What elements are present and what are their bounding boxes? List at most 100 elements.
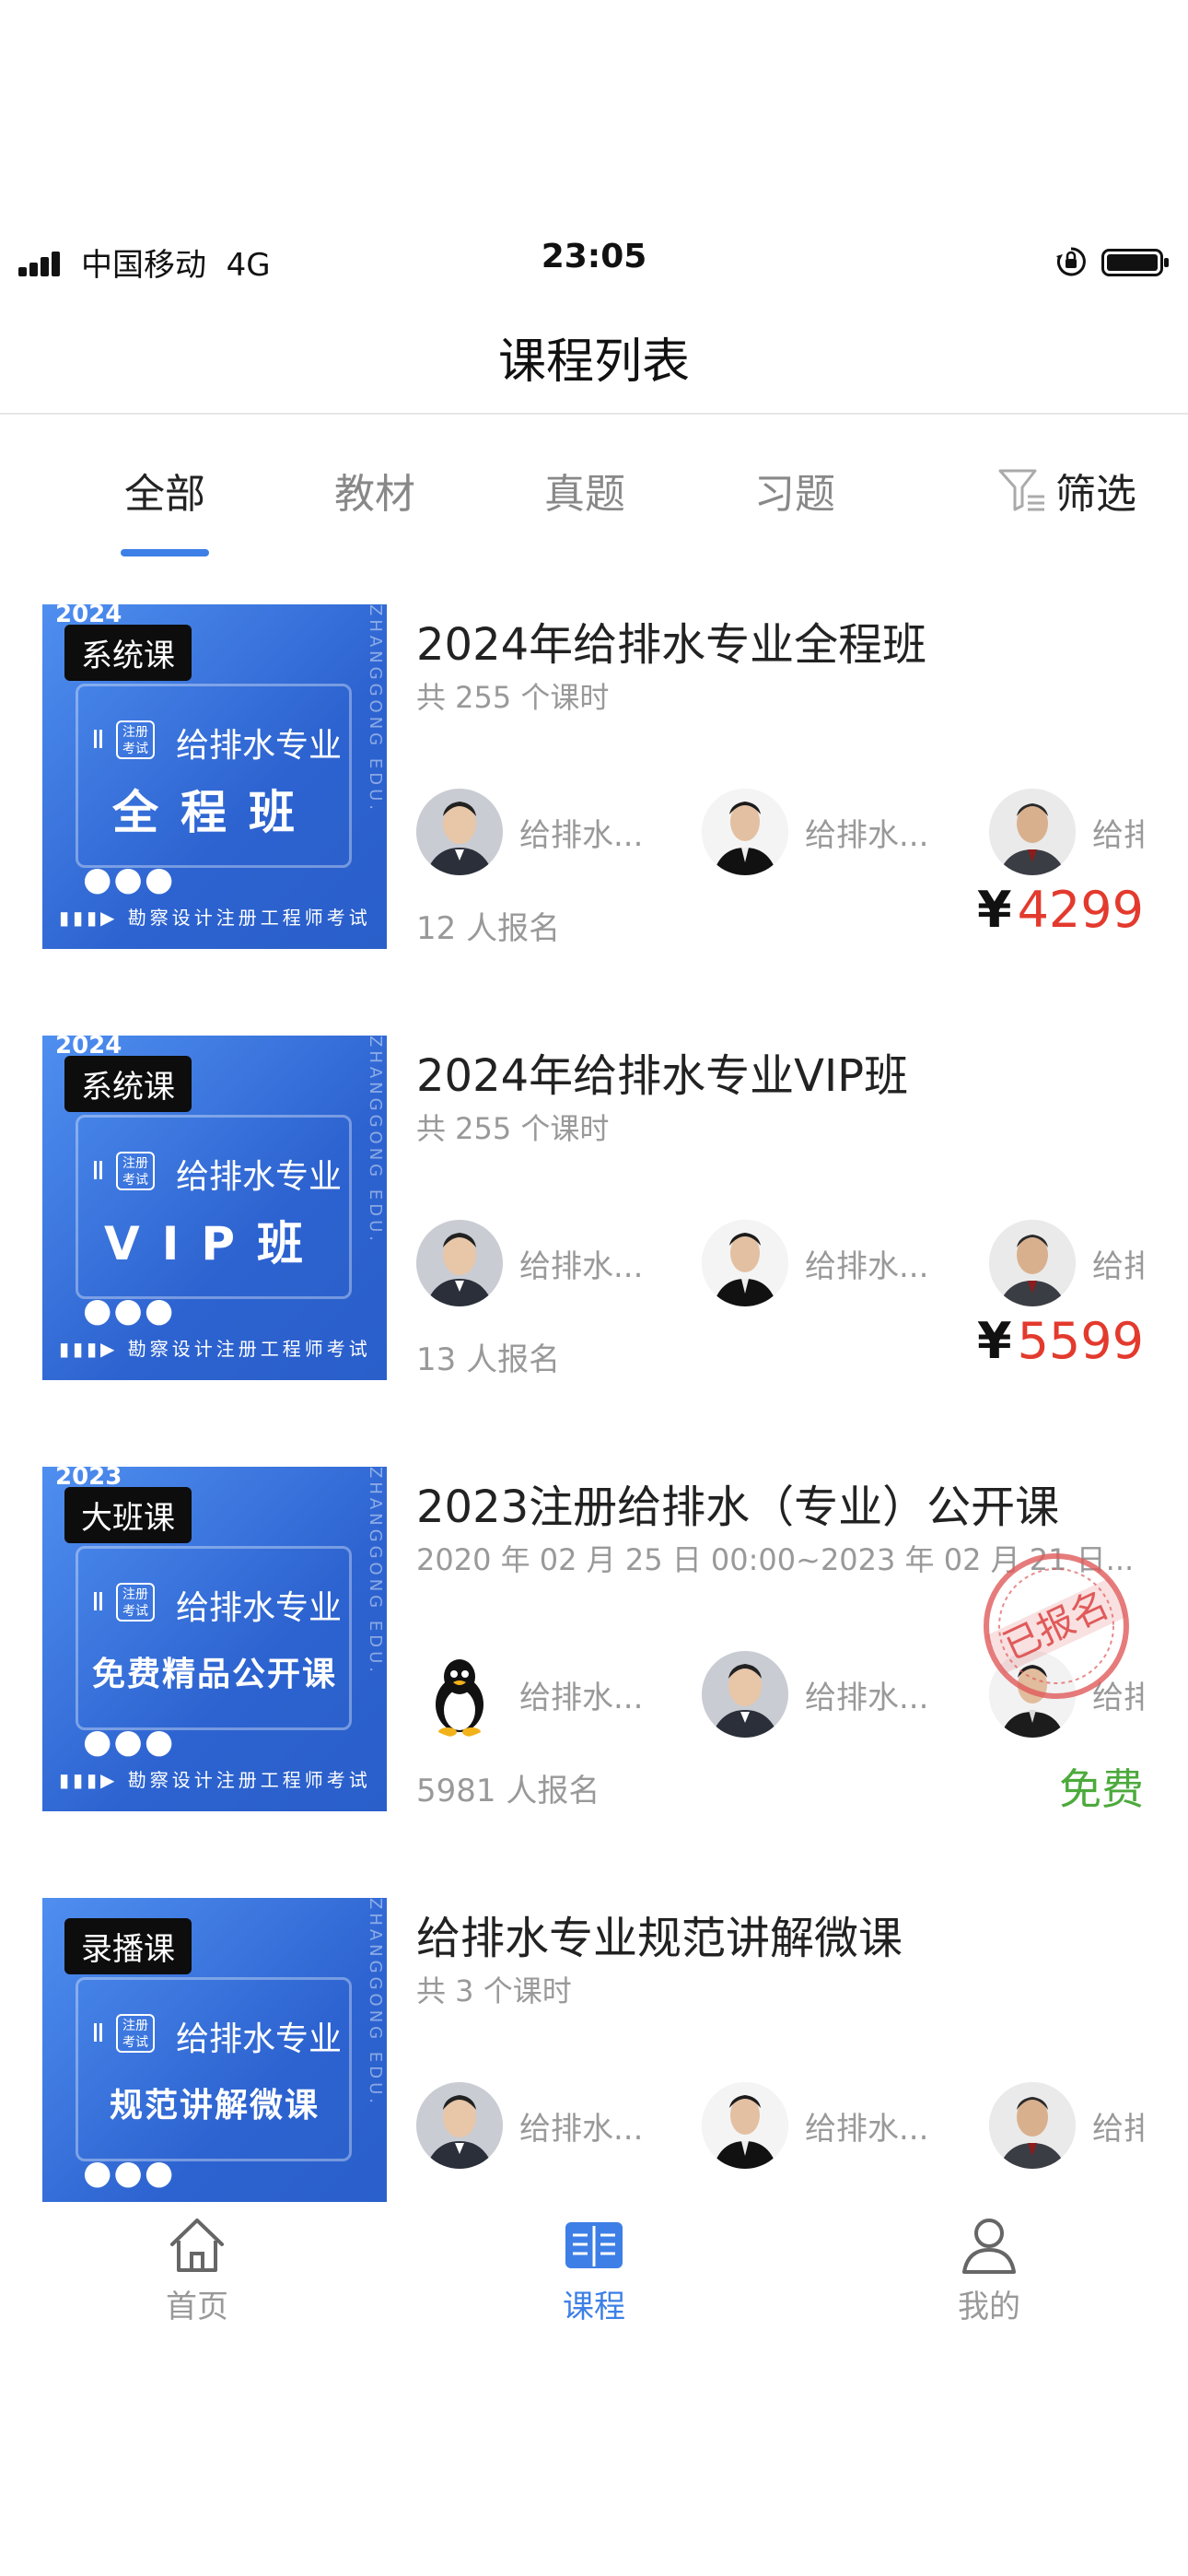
course-thumbnail: ZHANGGONG EDU. 录播课 注册考试 给排水专业 规范讲解微课 ●●●	[42, 1898, 387, 2202]
course-type-tag: 录播课	[64, 1918, 192, 1974]
thumbnail-subject: 给排水专业	[176, 727, 343, 765]
course-title[interactable]: 给排水专业规范讲解微课	[416, 1902, 1153, 1966]
teacher-item: 给排	[989, 1220, 1144, 1306]
home-icon	[170, 2219, 224, 2272]
teacher-name: 给排水...	[805, 1247, 929, 1285]
course-hours: 共 255 个课时	[416, 1111, 610, 1146]
enrolled-count: 5981 人报名	[416, 1773, 600, 1809]
filter-button[interactable]: 筛选	[995, 461, 1136, 520]
teacher-avatar	[416, 789, 503, 875]
orientation-lock-icon	[1056, 247, 1086, 276]
enrolled-count: 12 人报名	[416, 910, 561, 947]
thumbnail-footer: ▮▮▮▶ 勘察设计注册工程师考试	[59, 907, 371, 929]
course-card[interactable]: ZHANGGONG EDU. 2024 系统课 注册考试 给排水专业 VIP班 …	[0, 1021, 1188, 1452]
teacher-name: 给排	[1092, 2110, 1144, 2148]
battery-icon	[1101, 249, 1169, 276]
teacher-name: 给排水...	[805, 2110, 929, 2148]
profile-icon	[962, 2219, 1016, 2274]
thumbnail-footer: ▮▮▮▶ 勘察设计注册工程师考试	[59, 1338, 371, 1360]
thumbnail-subject: 给排水专业	[176, 1158, 343, 1196]
thumbnail-headline: 规范讲解微课	[109, 2087, 320, 2125]
teacher-avatar	[416, 2082, 503, 2169]
status-time: 23:05	[541, 238, 647, 275]
course-thumbnail: ZHANGGONG EDU. 2023 大班课 注册考试 给排水专业 免费精品公…	[42, 1467, 387, 1811]
bottom-tab-bar: 首页 课程 我的	[0, 2204, 1188, 2342]
book-icon	[565, 2222, 623, 2268]
course-price: 免费	[1059, 1764, 1144, 1814]
teacher-avatar	[989, 1220, 1076, 1306]
tab-indicator	[121, 549, 209, 556]
teacher-avatar	[416, 1220, 503, 1306]
course-price: ¥4299	[976, 881, 1144, 939]
teacher-avatar	[702, 2082, 788, 2169]
course-type-tag: 系统课	[64, 1056, 192, 1112]
course-thumbnail: ZHANGGONG EDU. 2024 系统课 注册考试 给排水专业 全程班 ●…	[42, 604, 387, 949]
course-title[interactable]: 2023注册给排水（专业）公开课	[416, 1470, 1153, 1535]
course-type-tag: 系统课	[64, 625, 192, 681]
teacher-item: 给排水...	[702, 1220, 928, 1306]
teacher-avatar	[989, 789, 1076, 875]
teacher-name: 给排水...	[519, 2110, 644, 2148]
exam-badge: 注册考试	[116, 720, 155, 759]
thumbnail-footer: ▮▮▮▶ 勘察设计注册工程师考试	[59, 1769, 371, 1791]
course-price: ¥5599	[976, 1312, 1144, 1370]
status-bar: 中国移动 4G 23:05	[0, 230, 1188, 295]
tab-past-exams[interactable]: 真题	[511, 461, 658, 520]
teacher-item: 给排	[989, 789, 1144, 875]
teacher-item: 给排水...	[416, 1651, 643, 1738]
course-card[interactable]: ZHANGGONG EDU. 2023 大班课 注册考试 给排水专业 免费精品公…	[0, 1452, 1188, 1883]
teacher-item: 给排水...	[702, 789, 928, 875]
teacher-name: 给排水...	[519, 816, 644, 854]
teacher-item: 给排水...	[702, 1651, 928, 1738]
course-list: ZHANGGONG EDU. 2024 系统课 注册考试 给排水专业 全程班 ●…	[0, 590, 1188, 2202]
teacher-avatar	[989, 2082, 1076, 2169]
thumbnail-brand-text: ZHANGGONG EDU.	[366, 1898, 385, 2107]
teacher-avatar	[702, 1220, 788, 1306]
thumbnail-headline: 全程班	[112, 786, 317, 839]
category-tabs: 全部 教材 真题 习题 筛选	[0, 433, 1188, 571]
tabbar-home-label: 首页	[166, 2289, 228, 2325]
exam-badge: 注册考试	[116, 1152, 155, 1190]
enrolled-stamp: 已报名	[984, 1553, 1129, 1699]
teacher-list: 给排水... 给排水... 给排	[416, 1220, 1144, 1312]
teacher-item: 给排	[989, 2082, 1144, 2169]
course-title[interactable]: 2024年给排水专业VIP班	[416, 1039, 1153, 1104]
course-hours: 共 255 个课时	[416, 680, 610, 715]
teacher-item: 给排水...	[416, 789, 643, 875]
course-card[interactable]: ZHANGGONG EDU. 2024 系统课 注册考试 给排水专业 全程班 ●…	[0, 590, 1188, 1021]
teacher-avatar	[702, 1651, 788, 1738]
teacher-name: 给排	[1092, 1247, 1144, 1285]
tabbar-home[interactable]: 首页	[105, 2213, 289, 2326]
teacher-list: 给排水... 给排水... 给排	[416, 789, 1144, 881]
thumbnail-headline: VIP班	[104, 1217, 325, 1270]
course-thumbnail: ZHANGGONG EDU. 2024 系统课 注册考试 给排水专业 VIP班 …	[42, 1036, 387, 1380]
filter-label: 筛选	[1055, 471, 1136, 518]
teacher-avatar	[702, 789, 788, 875]
exam-badge: 注册考试	[116, 1583, 155, 1622]
tabbar-profile[interactable]: 我的	[897, 2213, 1081, 2326]
course-hours: 共 3 个课时	[416, 1973, 572, 2008]
thumbnail-subject: 给排水专业	[176, 1589, 343, 1627]
course-title[interactable]: 2024年给排水专业全程班	[416, 608, 1153, 673]
teacher-item: 给排水...	[416, 2082, 643, 2169]
thumbnail-subject: 给排水专业	[176, 2020, 343, 2058]
svg-text:已报名: 已报名	[997, 1584, 1115, 1669]
teacher-list: 给排水... 给排水... 给排	[416, 2082, 1144, 2174]
thumbnail-headline: 免费精品公开课	[91, 1656, 337, 1693]
page-title: 课程列表	[497, 334, 690, 390]
teacher-name: 给排水...	[519, 1679, 644, 1716]
tab-textbook[interactable]: 教材	[301, 461, 448, 520]
nav-bar: 课程列表	[0, 304, 1188, 415]
tabbar-profile-label: 我的	[958, 2289, 1020, 2325]
thumbnail-brand-text: ZHANGGONG EDU.	[366, 1467, 385, 1676]
course-card[interactable]: ZHANGGONG EDU. 录播课 注册考试 给排水专业 规范讲解微课 ●●●…	[0, 1883, 1188, 2202]
course-type-tag: 大班课	[64, 1487, 192, 1543]
tabbar-courses-label: 课程	[563, 2289, 625, 2325]
penguin-avatar	[416, 1651, 503, 1738]
tab-exercises[interactable]: 习题	[721, 461, 868, 520]
teacher-name: 给排水...	[805, 816, 929, 854]
teacher-item: 给排水...	[416, 1220, 643, 1306]
tab-all[interactable]: 全部	[91, 461, 239, 520]
filter-icon	[998, 469, 1044, 511]
tabbar-courses[interactable]: 课程	[502, 2213, 686, 2326]
